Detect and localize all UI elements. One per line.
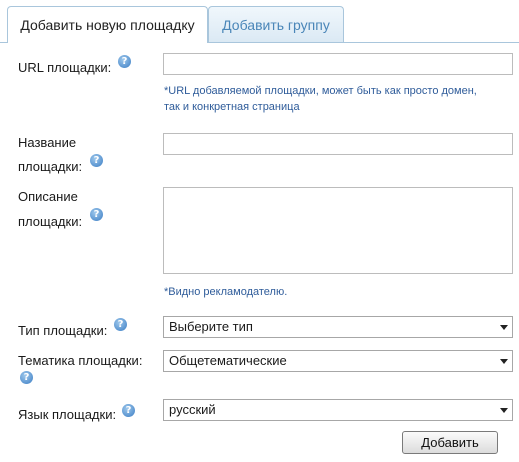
name-label-line2: площадки: [18,159,83,174]
chevron-down-icon [500,359,508,364]
theme-label: Тематика площадки: [18,353,143,368]
type-select-value: Выберите тип [169,319,253,334]
theme-select-value: Общетематические [169,353,287,368]
tab-add-group[interactable]: Добавить группу [208,6,344,42]
language-help-icon[interactable]: ? [122,404,135,417]
url-hint-line2: так и конкретная страница [164,101,300,113]
type-label: Тип площадки: [18,323,108,338]
url-help-icon[interactable]: ? [118,55,131,68]
theme-select[interactable]: Общетематические [163,350,513,372]
theme-help-icon[interactable]: ? [20,371,33,384]
tab-add-site[interactable]: Добавить новую площадку [7,6,208,43]
name-help-icon[interactable]: ? [90,154,103,167]
type-help-icon[interactable]: ? [114,318,127,331]
url-hint-line1: *URL добавляемой площадки, может быть ка… [164,85,477,97]
add-button[interactable]: Добавить [402,431,498,454]
chevron-down-icon [500,325,508,330]
type-select[interactable]: Выберите тип [163,316,513,338]
name-input[interactable] [163,133,513,155]
description-help-icon[interactable]: ? [90,208,103,221]
description-label-line1: Описание [18,189,78,204]
language-label: Язык площадки: [18,407,117,422]
description-textarea[interactable] [163,187,513,274]
description-label-line2: площадки: [18,214,83,229]
url-label: URL площадки: [18,60,112,75]
description-hint: *Видно рекламодателю. [164,286,288,298]
language-select[interactable]: русский [163,399,513,421]
name-label-line1: Название [18,135,77,150]
chevron-down-icon [500,408,508,413]
url-input[interactable] [163,53,513,75]
language-select-value: русский [169,402,216,417]
